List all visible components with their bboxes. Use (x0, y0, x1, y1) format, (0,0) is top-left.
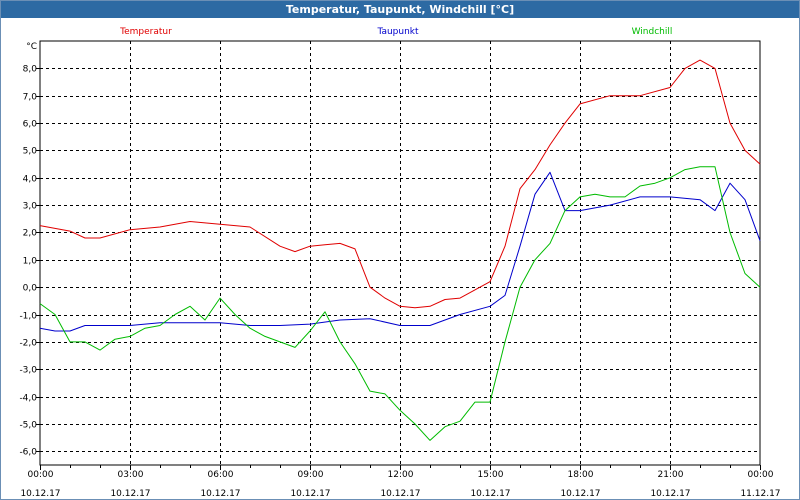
series-line-windchill (39, 166, 761, 441)
x-tick-date: 10.12.17 (650, 489, 690, 499)
y-tick-label: -3,0 (19, 366, 37, 376)
x-tick-time: 03:00 (118, 470, 144, 480)
x-tick-time: 18:00 (568, 470, 594, 480)
x-tick-time: 12:00 (388, 470, 414, 480)
x-tick-date: 10.12.17 (560, 489, 600, 499)
grid (40, 41, 760, 465)
y-tick-label: 0,0 (23, 284, 38, 294)
x-tick-date: 10.12.17 (470, 489, 510, 499)
axes: 8,0 7,0 6,0 5,0 4,0 3,0 2,0 1,0 0,0 -1,0 -2,0 -3,0 -… (19, 40, 781, 499)
window-title: Temperatur, Taupunkt, Windchill [°C] (1, 1, 799, 18)
y-tick-label: 4,0 (23, 175, 38, 185)
y-tick-label: -2,0 (19, 339, 37, 349)
x-tick-date: 10.12.17 (380, 489, 420, 499)
x-tick-time: 09:00 (298, 470, 324, 480)
y-tick-label: -6,0 (19, 448, 37, 458)
x-tick-date: 11.12.17 (740, 489, 780, 499)
legend-label-windchill: Windchill (632, 27, 673, 37)
x-tick-date: 10.12.17 (110, 489, 150, 499)
y-tick-label: 1,0 (23, 257, 38, 267)
x-tick-time: 06:00 (208, 470, 234, 480)
y-tick-label: 6,0 (23, 120, 38, 130)
chart-window: Temperatur, Taupunkt, Windchill [°C] 8,0… (0, 0, 800, 500)
x-tick-date: 10.12.17 (200, 489, 240, 499)
y-axis-label: °C (26, 42, 37, 52)
x-tick-date: 10.12.17 (20, 489, 60, 499)
y-tick-label: -4,0 (19, 394, 37, 404)
y-tick-label: -1,0 (19, 312, 37, 322)
legend: Temperatur Taupunkt Windchill (119, 27, 672, 37)
y-tick-label: 8,0 (23, 65, 38, 75)
legend-label-temperatur: Temperatur (119, 27, 172, 37)
y-tick-label: -5,0 (19, 421, 37, 431)
y-tick-label: 7,0 (23, 93, 38, 103)
x-tick-time: 00:00 (28, 470, 54, 480)
y-tick-label: 2,0 (23, 229, 38, 239)
x-tick-date: 10.12.17 (290, 489, 330, 499)
line-chart: 8,0 7,0 6,0 5,0 4,0 3,0 2,0 1,0 0,0 -1,0 -2,0 -3,0 -… (19, 27, 781, 499)
legend-label-taupunkt: Taupunkt (376, 27, 419, 37)
x-tick-time: 15:00 (478, 470, 504, 480)
y-tick-label: 3,0 (23, 202, 38, 212)
x-tick-time: 21:00 (658, 470, 684, 480)
x-tick-time: 00:00 (748, 470, 774, 480)
y-tick-label: 5,0 (23, 147, 38, 157)
